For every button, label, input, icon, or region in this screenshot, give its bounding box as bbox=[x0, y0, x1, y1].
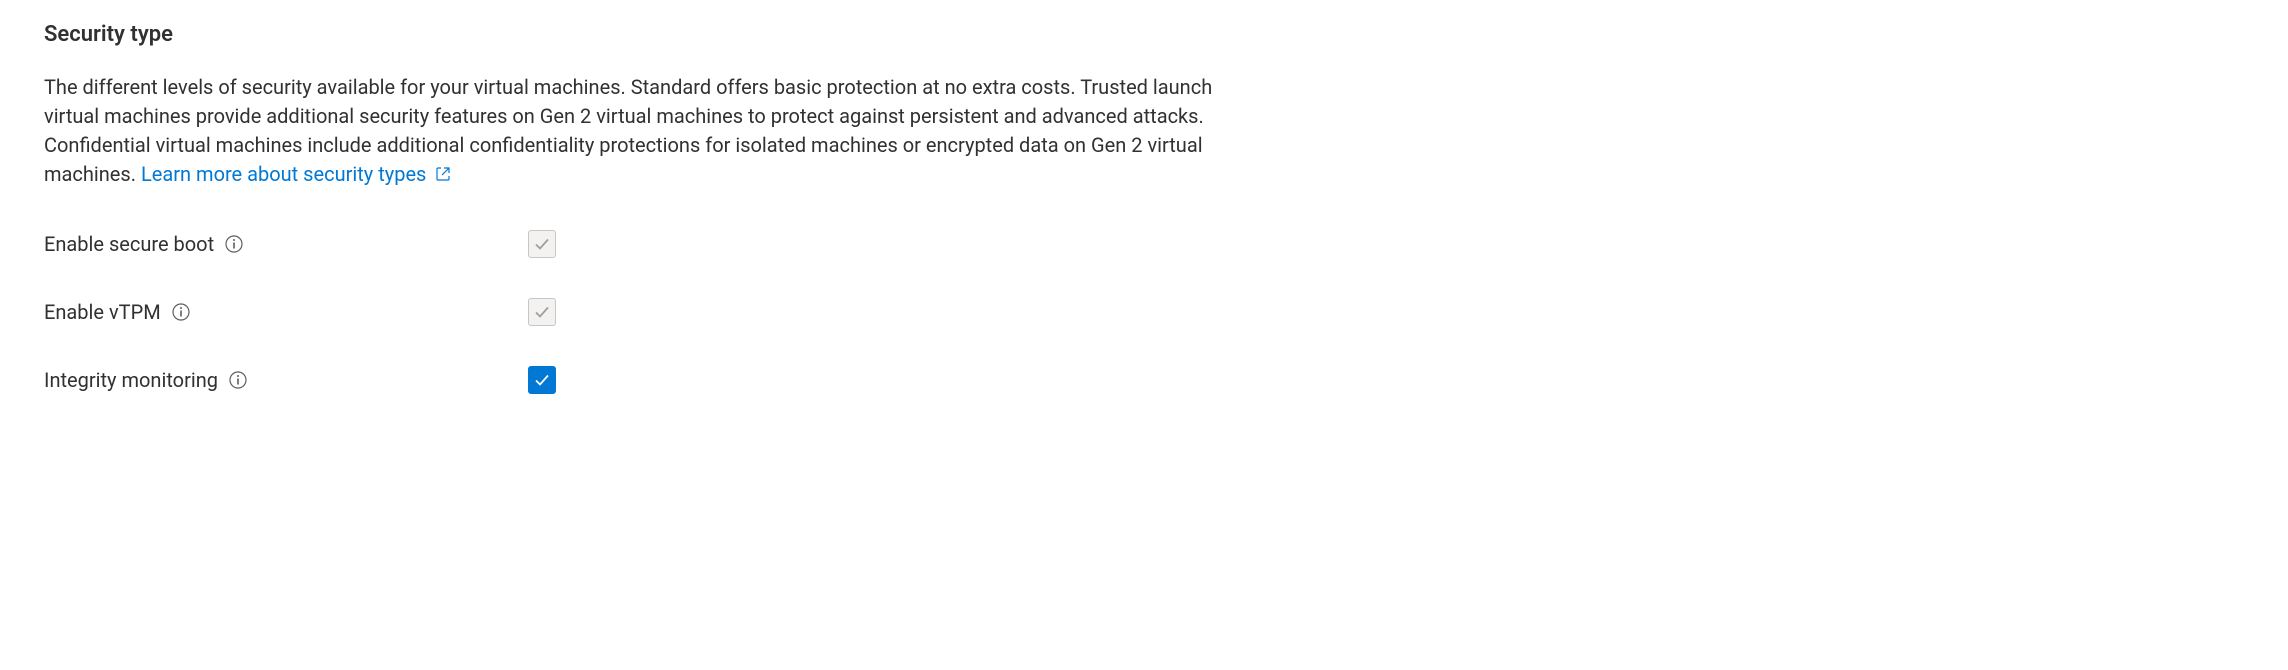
check-icon bbox=[533, 371, 551, 389]
vtpm-checkbox bbox=[528, 298, 556, 326]
section-description: The different levels of security availab… bbox=[44, 73, 1244, 190]
check-icon bbox=[533, 303, 551, 321]
learn-more-text: Learn more about security types bbox=[141, 162, 426, 186]
vtpm-row: Enable vTPM bbox=[44, 298, 2244, 326]
section-title: Security type bbox=[44, 20, 2244, 51]
external-link-icon bbox=[435, 161, 451, 190]
vtpm-label-col: Enable vTPM bbox=[44, 298, 528, 326]
secure-boot-label-col: Enable secure boot bbox=[44, 230, 528, 258]
integrity-monitoring-label: Integrity monitoring bbox=[44, 366, 218, 394]
secure-boot-checkbox bbox=[528, 230, 556, 258]
info-icon[interactable] bbox=[171, 302, 191, 322]
integrity-monitoring-label-col: Integrity monitoring bbox=[44, 366, 528, 394]
info-icon[interactable] bbox=[228, 370, 248, 390]
integrity-monitoring-row: Integrity monitoring bbox=[44, 366, 2244, 394]
secure-boot-row: Enable secure boot bbox=[44, 230, 2244, 258]
vtpm-label: Enable vTPM bbox=[44, 298, 161, 326]
secure-boot-label: Enable secure boot bbox=[44, 230, 214, 258]
info-icon[interactable] bbox=[224, 234, 244, 254]
learn-more-link[interactable]: Learn more about security types bbox=[141, 162, 451, 186]
check-icon bbox=[533, 235, 551, 253]
integrity-monitoring-checkbox[interactable] bbox=[528, 366, 556, 394]
